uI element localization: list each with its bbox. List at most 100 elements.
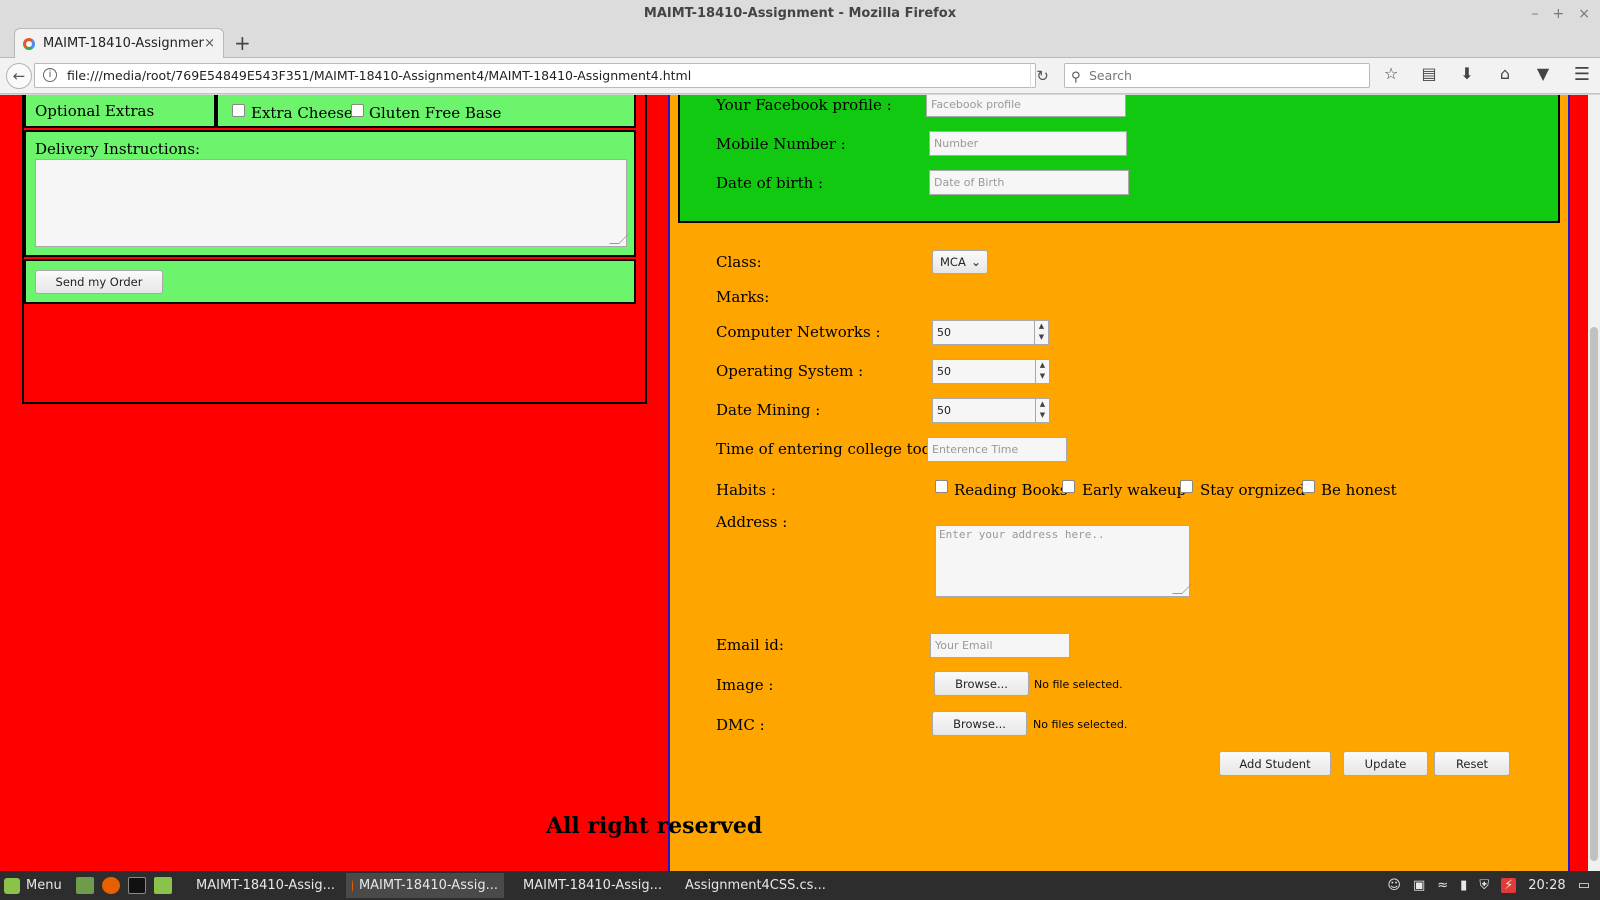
taskbar-window-4[interactable]: Assignment4CSS.cs... [673,873,829,898]
search-input[interactable]: ⚲ Search [1064,63,1370,88]
scrollbar-thumb[interactable] [1590,327,1598,861]
back-arrow-icon[interactable]: ← [6,63,32,89]
habit-honest-checkbox[interactable] [1302,480,1315,493]
taskbar-window-2[interactable]: MAIMT-18410-Assig... [346,873,504,898]
habit-honest-label: Be honest [1321,481,1397,499]
dob-input[interactable]: Date of Birth [929,170,1129,195]
home-icon[interactable]: ⌂ [1494,64,1516,83]
start-menu-label: Menu [26,878,62,893]
dmc-browse-button[interactable]: Browse... [932,711,1027,736]
email-input[interactable]: Your Email [930,633,1070,658]
files-icon[interactable] [154,877,172,894]
resize-grip-icon[interactable] [609,234,629,244]
image-file-status: No file selected. [1034,678,1123,691]
taskbar-window-label: MAIMT-18410-Assig... [523,878,663,893]
bookmark-star-icon[interactable]: ☆ [1380,64,1402,83]
dmc-label: DMC : [716,716,765,734]
menu-icon[interactable]: ☰ [1574,64,1590,85]
download-icon[interactable]: ⬇ [1456,64,1478,83]
chevron-down-icon: ⌄ [970,255,981,269]
class-select-value: MCA [940,255,966,269]
new-tab-button[interactable]: + [234,31,251,55]
optional-extras-label: Optional Extras [35,102,155,120]
search-icon: ⚲ [1071,70,1081,85]
operating-system-input[interactable]: 50 ▲ ▼ [932,359,1050,384]
window-title: MAIMT-18410-Assignment - Mozilla Firefox [643,6,957,21]
mobile-input[interactable]: Number [929,131,1127,156]
window-titlebar: MAIMT-18410-Assignment - Mozilla Firefox… [0,0,1600,28]
delivery-instructions-textarea[interactable] [35,159,629,247]
update-manager-icon[interactable]: ▣ [1413,878,1425,893]
data-mining-input[interactable]: 50 ▲ ▼ [932,398,1050,423]
facebook-input[interactable]: Facebook profile [926,95,1126,117]
extra-cheese-label: Extra Cheese [251,104,353,122]
habit-reading-checkbox[interactable] [935,480,948,493]
taskbar-window-label: Assignment4CSS.cs... [685,878,826,893]
maximize-button[interactable]: + [1553,0,1565,28]
profile-section: Your Facebook profile : Facebook profile… [678,95,1560,223]
navigation-toolbar: ← i file:///media/root/769E54849E543F351… [0,58,1600,94]
computer-networks-input[interactable]: 50 ▲ ▼ [932,320,1049,345]
facebook-label: Your Facebook profile : [716,96,892,114]
habit-early-wakeup-checkbox[interactable] [1062,480,1075,493]
image-browse-button[interactable]: Browse... [934,671,1029,696]
taskbar-window-label: MAIMT-18410-Assig... [358,878,498,893]
minimize-button[interactable]: – [1532,0,1539,28]
system-taskbar: Menu MAIMT-18410-Assig... MAIMT-18410-As… [0,871,1600,900]
optional-extras-cell: Optional Extras [24,95,216,128]
resize-grip-icon[interactable] [1172,584,1192,594]
taskbar-window-1[interactable]: MAIMT-18410-Assig... [184,873,338,898]
dob-label: Date of birth : [716,174,824,192]
mint-logo-icon [4,877,20,894]
info-icon[interactable]: i [43,68,57,82]
quick-launch [76,877,172,894]
gluten-free-checkbox[interactable] [351,104,364,117]
user-icon[interactable]: ☺ [1387,878,1401,893]
delivery-instructions-cell: Delivery Instructions: [24,130,636,257]
footer-text: All right reserved [546,813,763,839]
taskbar-window-label: MAIMT-18410-Assig... [196,878,336,893]
number-spinner-icon[interactable]: ▲ ▼ [1034,321,1048,344]
habit-organized-checkbox[interactable] [1180,480,1193,493]
page-scrollbar[interactable] [1588,95,1600,871]
page-content: Optional Extras Extra Cheese Gluten Free… [0,95,1600,871]
wifi-icon[interactable]: ≈ [1437,878,1448,893]
show-desktop-tray-icon[interactable]: ▭ [1578,878,1590,893]
alert-icon[interactable]: ⚡ [1501,878,1517,893]
terminal-icon[interactable] [128,877,146,894]
tab-assignment[interactable]: MAIMT-18410-Assignment × [14,28,224,58]
pocket-icon[interactable]: ▼ [1532,64,1554,83]
extra-cheese-checkbox[interactable] [232,104,245,117]
library-icon[interactable]: ▤ [1418,64,1440,83]
tab-close-icon[interactable]: × [204,36,215,51]
shield-icon[interactable]: ⛨ [1479,878,1489,893]
class-select[interactable]: MCA ⌄ [932,250,988,274]
image-label: Image : [716,676,774,694]
firefox-icon[interactable] [102,877,120,894]
system-tray: ☺ ▣ ≈ ▮ ⛨ ⚡ 20:28 ▭ [1387,871,1590,900]
tab-bar: MAIMT-18410-Assignment × + [0,28,1600,58]
entering-time-label: Time of entering college today: [716,440,954,458]
close-window-button[interactable]: × [1578,0,1590,28]
url-bar[interactable]: i file:///media/root/769E54849E543F351/M… [34,63,1036,88]
extras-options-cell: Extra Cheese Gluten Free Base [216,95,636,128]
number-spinner-icon[interactable]: ▲ ▼ [1035,360,1049,383]
entering-time-input[interactable]: Enterence Time [927,437,1067,462]
habit-early-wakeup-label: Early wakeup [1082,481,1187,499]
computer-networks-label: Computer Networks : [716,323,881,341]
reload-icon[interactable]: ↻ [1030,64,1054,88]
delivery-instructions-label: Delivery Instructions: [35,140,201,158]
send-order-button[interactable]: Send my Order [35,270,163,294]
battery-icon[interactable]: ▮ [1460,878,1467,893]
taskbar-window-3[interactable]: MAIMT-18410-Assig... [511,873,667,898]
add-student-button[interactable]: Add Student [1219,751,1331,776]
number-spinner-icon[interactable]: ▲ ▼ [1035,399,1049,422]
address-label: Address : [716,513,788,531]
update-button[interactable]: Update [1343,751,1428,776]
computer-networks-value: 50 [937,326,951,339]
show-desktop-icon[interactable] [76,877,94,894]
clock[interactable]: 20:28 [1528,878,1565,893]
start-menu-button[interactable]: Menu [4,871,62,900]
reset-button[interactable]: Reset [1434,751,1510,776]
address-textarea[interactable]: Enter your address here.. [935,525,1192,597]
